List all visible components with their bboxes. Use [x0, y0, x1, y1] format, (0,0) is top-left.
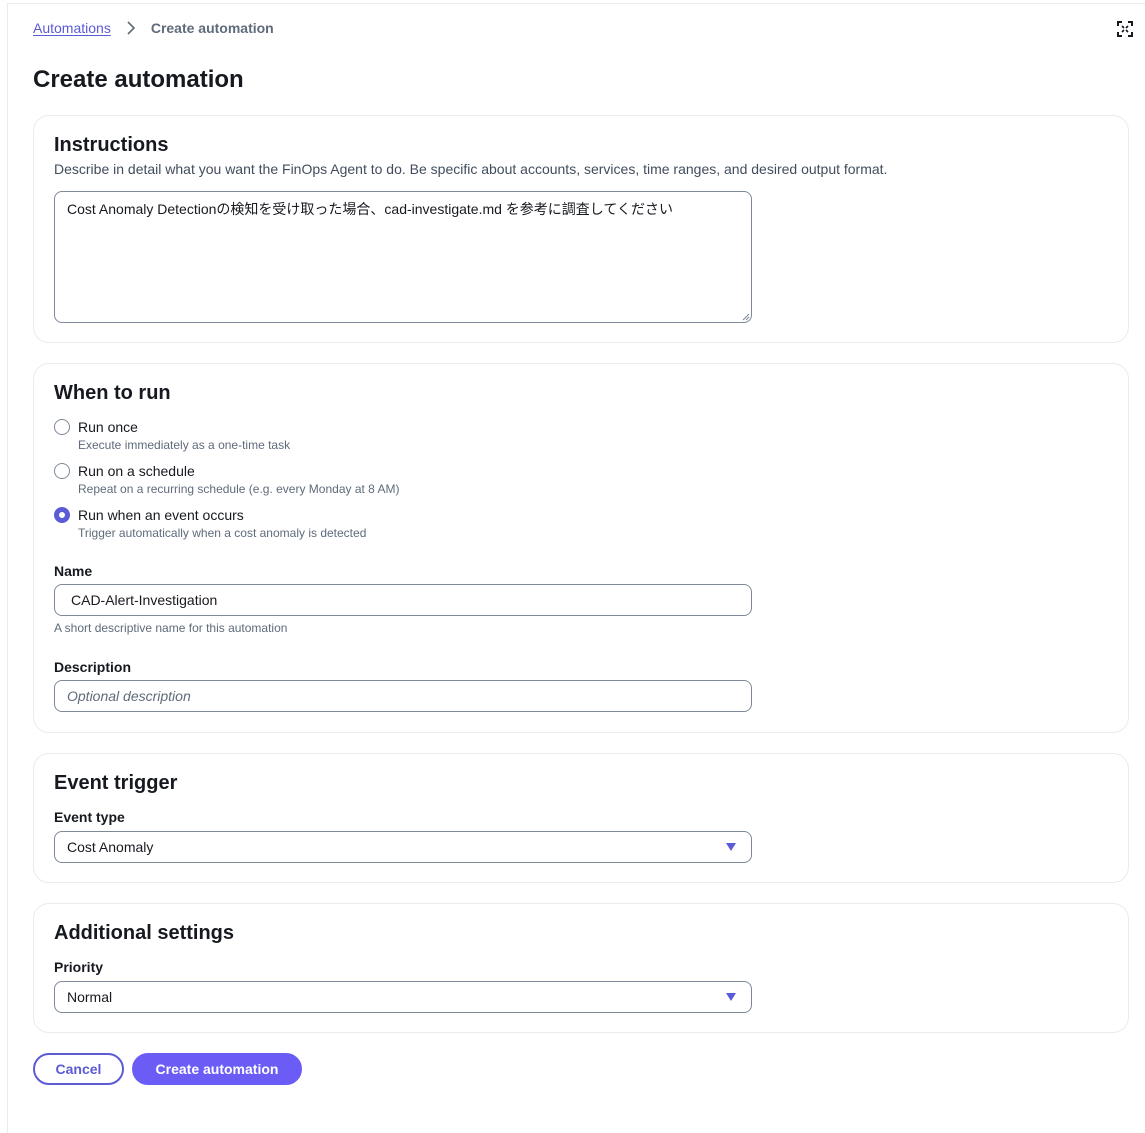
radio-description: Trigger automatically when a cost anomal…	[78, 526, 367, 540]
event-type-label: Event type	[54, 809, 125, 825]
page-title: Create automation	[33, 66, 244, 93]
cancel-button[interactable]: Cancel	[33, 1053, 124, 1085]
instructions-text: Cost Anomaly Detectionの検知を受け取った場合、cad-in…	[67, 201, 673, 217]
priority-value: Normal	[67, 989, 113, 1005]
additional-settings-card: Additional settings Priority Normal	[33, 903, 1129, 1033]
description-input[interactable]: Optional description	[54, 680, 752, 712]
event-type-value: Cost Anomaly	[67, 839, 154, 855]
radio-button-selected[interactable]	[54, 507, 70, 523]
create-automation-button[interactable]: Create automation	[132, 1053, 302, 1085]
additional-settings-title: Additional settings	[54, 922, 234, 944]
name-input[interactable]: CAD-Alert-Investigation	[54, 584, 752, 616]
name-hint: A short descriptive name for this automa…	[54, 621, 288, 635]
when-to-run-title: When to run	[54, 382, 171, 404]
radio-label: Run once	[78, 419, 138, 435]
priority-label: Priority	[54, 959, 104, 975]
radio-button[interactable]	[54, 463, 70, 479]
event-type-select[interactable]: Cost Anomaly	[54, 831, 752, 863]
event-trigger-title: Event trigger	[54, 772, 178, 794]
when-to-run-card: When to run Run once Execute immediately…	[33, 363, 1129, 733]
chevron-right-icon	[127, 21, 135, 35]
radio-run-on-event[interactable]: Run when an event occurs Trigger automat…	[54, 506, 366, 541]
priority-select[interactable]: Normal	[54, 981, 752, 1013]
breadcrumb-automations-link[interactable]: Automations	[33, 20, 111, 36]
name-label: Name	[54, 563, 93, 579]
radio-description: Repeat on a recurring schedule (e.g. eve…	[78, 482, 400, 496]
breadcrumb: Automations Create automation	[33, 20, 274, 36]
instructions-description: Describe in detail what you want the Fin…	[54, 161, 888, 177]
instructions-title: Instructions	[54, 134, 169, 156]
event-trigger-card: Event trigger Event type Cost Anomaly	[33, 753, 1129, 883]
radio-label: Run when an event occurs	[78, 507, 244, 523]
radio-description: Execute immediately as a one-time task	[78, 438, 291, 452]
instructions-textarea[interactable]: Cost Anomaly Detectionの検知を受け取った場合、cad-in…	[54, 191, 752, 323]
radio-run-once[interactable]: Run once Execute immediately as a one-ti…	[54, 418, 290, 453]
caret-down-icon	[726, 843, 736, 851]
radio-run-on-schedule[interactable]: Run on a schedule Repeat on a recurring …	[54, 462, 400, 497]
resize-grip-icon[interactable]	[741, 312, 750, 321]
breadcrumb-current: Create automation	[150, 20, 274, 36]
page: Automations Create automation Create aut…	[7, 3, 1145, 1133]
radio-button[interactable]	[54, 419, 70, 435]
instructions-card: Instructions Describe in detail what you…	[33, 115, 1129, 343]
radio-label: Run on a schedule	[78, 463, 195, 479]
expand-icon[interactable]	[1117, 21, 1133, 37]
caret-down-icon	[726, 993, 736, 1001]
description-label: Description	[54, 659, 132, 675]
